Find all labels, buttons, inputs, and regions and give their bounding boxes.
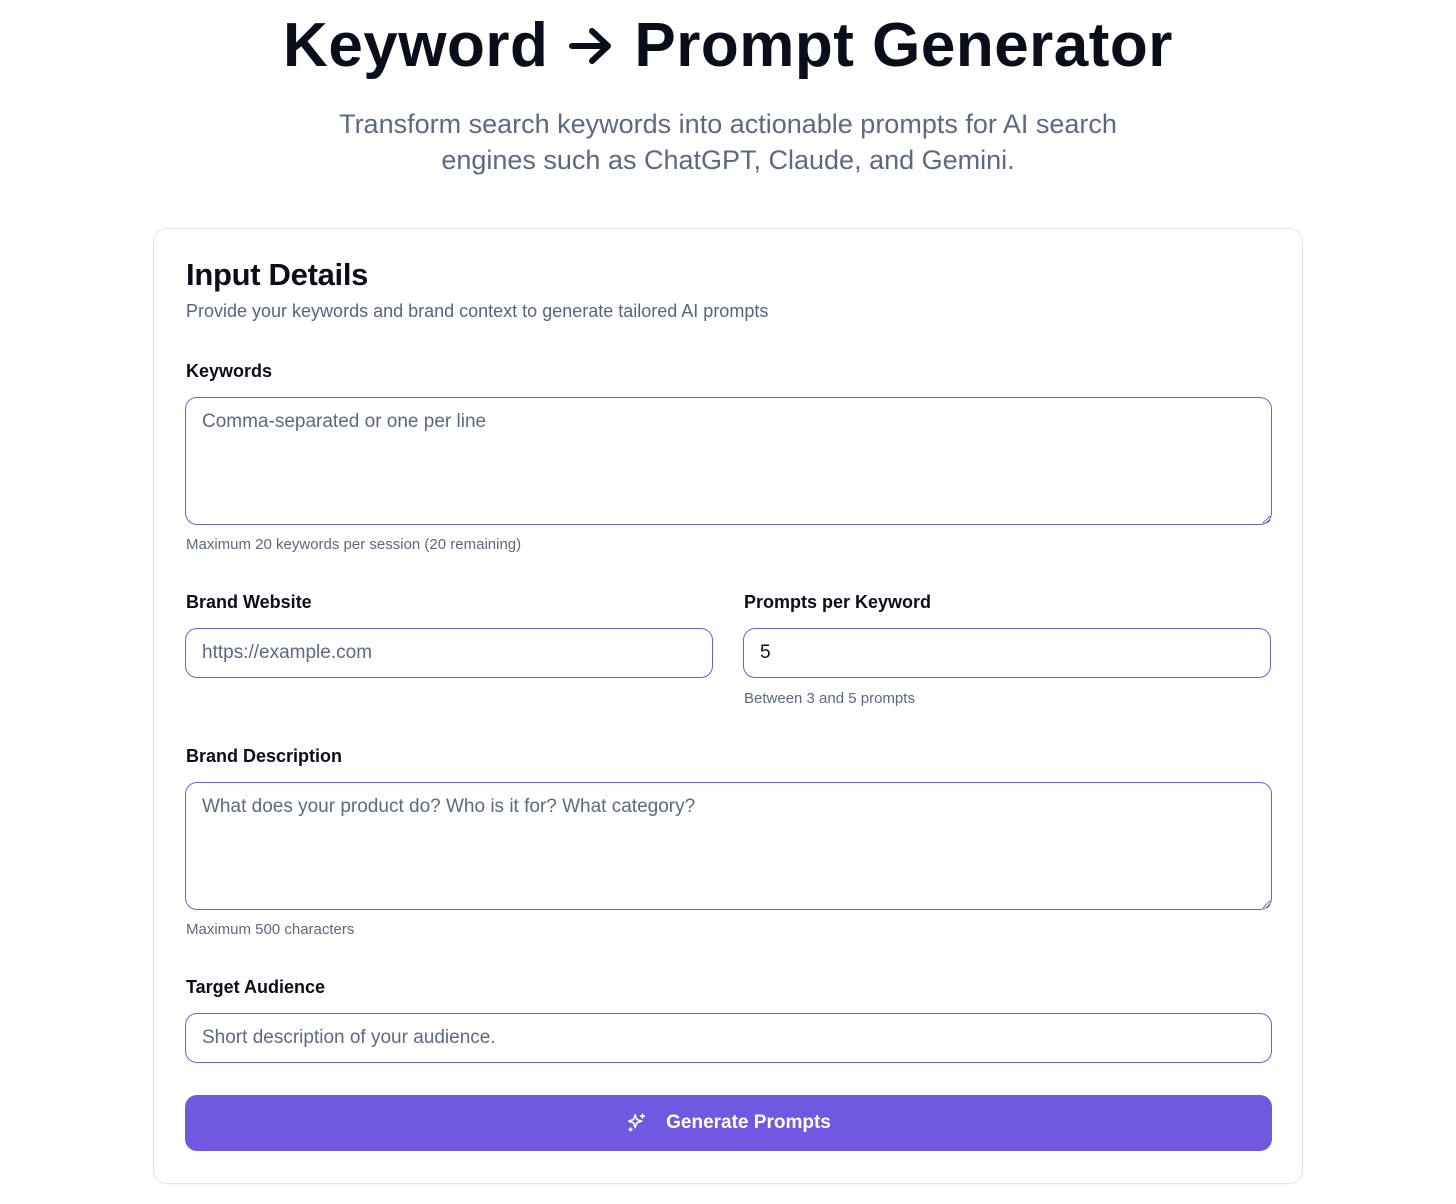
card-title: Input Details (186, 257, 369, 292)
brand-description-label: Brand Description (186, 746, 343, 766)
brand-website-input[interactable] (185, 628, 713, 678)
keywords-hint: Maximum 20 keywords per session (20 rema… (186, 536, 522, 553)
page-subtitle: Transform search keywords into actionabl… (339, 109, 1117, 175)
arrow-right-icon (568, 26, 614, 66)
target-audience-input[interactable] (185, 1013, 1272, 1063)
brand-description-hint: Maximum 500 characters (186, 921, 355, 938)
generate-prompts-label: Generate Prompts (666, 1112, 831, 1133)
sparkles-icon (626, 1112, 648, 1134)
keywords-label: Keywords (186, 361, 273, 381)
page-title-left: Keyword (283, 11, 549, 80)
prompts-per-keyword-input[interactable] (743, 628, 1271, 678)
page-title-right: Prompt Generator (634, 11, 1173, 80)
input-details-card: Input Details Provide your keywords and … (153, 228, 1303, 1184)
brand-website-label: Brand Website (186, 592, 312, 612)
keywords-textarea[interactable] (185, 397, 1272, 525)
card-description: Provide your keywords and brand context … (186, 301, 769, 321)
target-audience-label: Target Audience (186, 977, 326, 997)
page-title: Keyword Prompt Generator (0, 12, 1456, 80)
page: Keyword Prompt Generator Transform searc… (0, 0, 1456, 1204)
prompts-per-keyword-label: Prompts per Keyword (744, 592, 932, 612)
prompts-per-keyword-hint: Between 3 and 5 prompts (744, 690, 915, 707)
generate-prompts-button[interactable]: Generate Prompts (185, 1095, 1272, 1151)
brand-description-textarea[interactable] (185, 782, 1272, 910)
page-header: Keyword Prompt Generator Transform searc… (0, 0, 1456, 178)
